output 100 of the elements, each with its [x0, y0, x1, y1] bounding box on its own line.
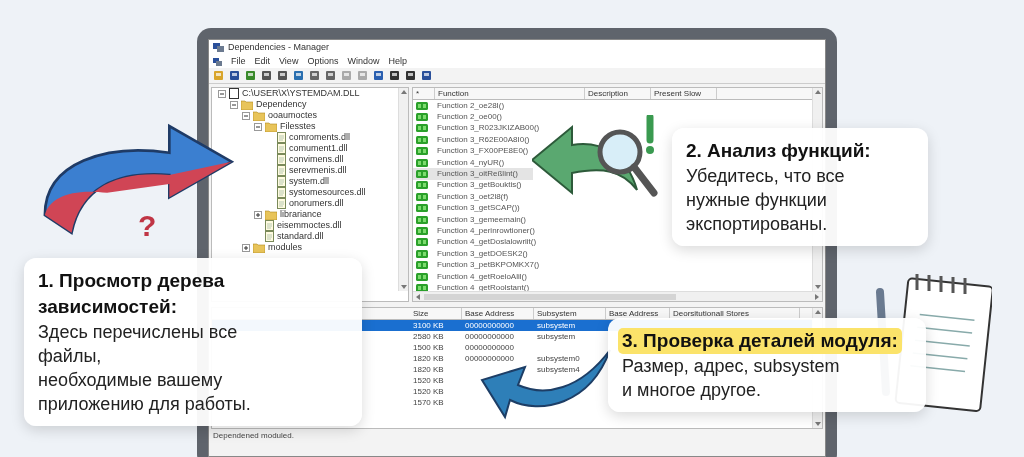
- file-icon: [277, 187, 286, 198]
- toolbar-icon[interactable]: [325, 70, 336, 81]
- export-icon: [416, 170, 428, 179]
- function-row[interactable]: Function 2_oe28I(): [413, 100, 533, 112]
- function-name: Function 3_getDOESK2(): [437, 247, 528, 260]
- file-icon: [265, 231, 274, 242]
- file-icon: [277, 165, 286, 176]
- menu-item[interactable]: File: [231, 54, 246, 69]
- export-icon: [416, 249, 428, 258]
- toolbar-icon[interactable]: [421, 70, 432, 81]
- toolbar-icon[interactable]: [309, 70, 320, 81]
- function-row[interactable]: Function 4_getRoeloAlil(): [413, 270, 533, 283]
- callout-title: 2. Анализ функций:: [686, 139, 872, 163]
- column-header[interactable]: *: [413, 88, 435, 99]
- export-icon: [416, 101, 428, 110]
- function-name: Function 3_R62E00A8I0(): [437, 133, 530, 146]
- question-mark: ?: [138, 210, 157, 242]
- collapse-icon[interactable]: [230, 100, 238, 109]
- collapse-icon[interactable]: [242, 111, 250, 120]
- horizontal-scrollbar[interactable]: [413, 291, 822, 301]
- function-row[interactable]: Function 3_getDOESK2(): [413, 248, 533, 260]
- collapse-icon[interactable]: [218, 89, 226, 98]
- window-title: Dependencies - Manager: [228, 40, 330, 54]
- function-row[interactable]: Function 3_oet2l8(f): [413, 191, 533, 203]
- function-name: Function 4_getRoeloAlil(): [437, 270, 527, 283]
- expand-icon[interactable]: [254, 210, 262, 219]
- function-row[interactable]: Function 3_getSCAP()): [413, 202, 533, 214]
- folder-icon: [253, 110, 265, 121]
- column-header[interactable]: Base Address: [462, 308, 534, 319]
- scroll-thumb[interactable]: [424, 293, 676, 300]
- collapse-icon[interactable]: [254, 122, 262, 131]
- address-cell-text: 00000000000: [464, 341, 515, 354]
- function-row[interactable]: Function 4_getRoolstant(): [413, 282, 533, 291]
- export-icon: [416, 272, 428, 281]
- menu-item[interactable]: View: [279, 54, 299, 69]
- column-header[interactable]: Subsystem: [534, 308, 606, 319]
- file-icon: [277, 154, 286, 165]
- size-cell-text: 1820 KB: [412, 352, 445, 365]
- size-cell-text: 2580 KB: [412, 330, 445, 343]
- vertical-scrollbar[interactable]: [398, 88, 408, 291]
- menu-item[interactable]: Options: [307, 54, 339, 69]
- function-name: Function 3_oitReßlint(): [437, 168, 518, 181]
- folder-icon: [253, 242, 265, 253]
- toolbar-icon[interactable]: [405, 70, 416, 81]
- scroll-up-icon[interactable]: [814, 310, 821, 314]
- scroll-right-icon[interactable]: [815, 293, 819, 300]
- menu-item[interactable]: Window: [347, 54, 380, 69]
- toolbar-icon[interactable]: [261, 70, 272, 81]
- toolbar-icon[interactable]: [229, 70, 240, 81]
- expand-icon[interactable]: [242, 243, 250, 252]
- callout-text: Убедитесь, что все нужные функции экспортированы.: [686, 165, 846, 236]
- subsystem-cell-text: subsystem: [536, 330, 577, 343]
- function-row[interactable]: Function 3_gemeemain(): [413, 213, 533, 226]
- function-row[interactable]: Function 2_oe00(): [413, 111, 533, 123]
- folder-icon: [265, 209, 277, 220]
- function-name: Function 4_getDoslalowriit(): [437, 236, 537, 249]
- callout-title: 1. Просмотр дерева зависимостей:: [38, 269, 226, 319]
- folder-icon: [265, 121, 277, 132]
- menu-item[interactable]: Help: [388, 54, 407, 69]
- function-row[interactable]: Function 3_oitReßlint(): [413, 168, 533, 180]
- column-header[interactable]: Function: [435, 88, 585, 99]
- export-icon: [416, 215, 428, 224]
- scroll-down-icon[interactable]: [400, 285, 407, 289]
- size-cell-text: 1500 KB: [412, 341, 445, 354]
- column-header[interactable]: Size: [410, 308, 462, 319]
- export-icon: [416, 124, 428, 133]
- size-cell-text: 3100 KB: [412, 319, 445, 332]
- function-row[interactable]: Function 3_R62E00A8I0(): [413, 134, 533, 146]
- callout-title: 3. Проверка деталей модуля:: [618, 328, 902, 354]
- function-row[interactable]: Function 3_FX00PE8E0(): [413, 145, 533, 157]
- function-row[interactable]: Function 3_getBouktis(): [413, 179, 533, 192]
- export-icon: [416, 158, 428, 167]
- function-name: Function 4_nyUR(): [437, 156, 505, 169]
- export-icon: [416, 283, 428, 291]
- function-name: Function 3_oet2l8(f): [437, 190, 509, 203]
- scroll-down-icon[interactable]: [814, 285, 821, 289]
- menu-item[interactable]: Edit: [254, 54, 271, 69]
- address-cell-text: 00000000000: [464, 352, 515, 365]
- toolbar-icon[interactable]: [373, 70, 384, 81]
- export-icon: [416, 113, 428, 122]
- function-name: Function 3_FX00PE8E0(): [437, 145, 529, 158]
- function-row[interactable]: Function 4_nyUR(): [413, 156, 533, 169]
- export-icon: [416, 261, 428, 270]
- folder-icon: [241, 99, 253, 110]
- scroll-up-icon[interactable]: [400, 90, 407, 94]
- file-icon: [277, 176, 286, 187]
- export-icon: [416, 147, 428, 156]
- scroll-up-icon[interactable]: [814, 90, 821, 94]
- scroll-down-icon[interactable]: [814, 422, 821, 426]
- toolbar-icon[interactable]: [389, 70, 400, 81]
- column-header[interactable]: Description: [585, 88, 651, 99]
- column-header[interactable]: Present Slow: [651, 88, 717, 99]
- app-icon: [213, 57, 222, 66]
- function-name: Function 3_R023JKIZAB00(): [437, 122, 540, 135]
- function-name: Function 3_getBouktis(): [437, 179, 522, 192]
- function-row[interactable]: Function 4_perinrowtioner(): [413, 225, 533, 237]
- scroll-left-icon[interactable]: [416, 293, 420, 300]
- toolbar-icon[interactable]: [277, 70, 288, 81]
- subsystem-cell-text: subsystem0: [536, 352, 581, 365]
- function-name: Function 4_perinrowtioner(): [437, 225, 535, 237]
